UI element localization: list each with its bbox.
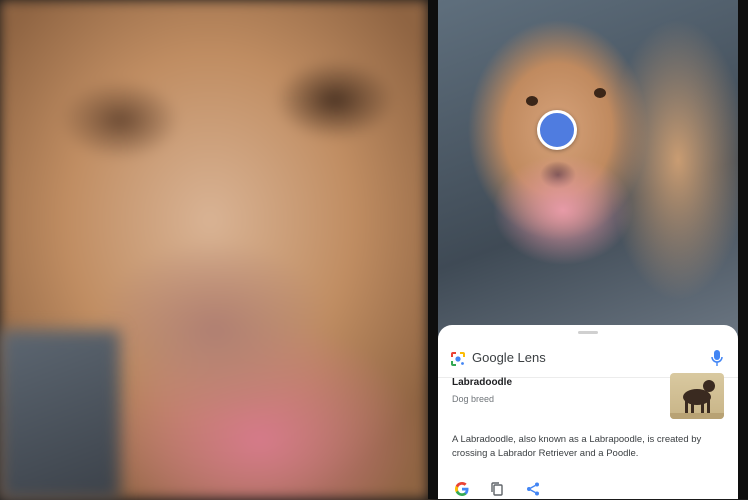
phone-screen: Google Lens Labradoodle Dog breed A Labr… xyxy=(438,0,738,499)
dog-eye-left xyxy=(526,96,538,106)
dog-thumbnail-icon xyxy=(670,380,724,419)
dog-eye-right xyxy=(594,88,606,98)
brand-google: Google xyxy=(472,350,514,365)
brand-lens: Lens xyxy=(517,350,546,365)
copy-icon[interactable] xyxy=(489,481,505,497)
result-subtitle: Dog breed xyxy=(452,394,495,404)
result-actions xyxy=(438,481,738,499)
sheet-drag-handle[interactable] xyxy=(578,331,598,334)
google-g-icon[interactable] xyxy=(454,481,470,497)
result-title[interactable]: Labradoodle xyxy=(452,377,512,388)
lens-results-sheet: Google Lens Labradoodle Dog breed A Labr… xyxy=(438,325,738,499)
lens-selection-dot[interactable] xyxy=(537,110,577,150)
phone-device: Google Lens Labradoodle Dog breed A Labr… xyxy=(428,0,748,499)
dog-photo[interactable] xyxy=(438,0,738,340)
microphone-icon[interactable] xyxy=(710,349,724,367)
result-thumbnail[interactable] xyxy=(670,373,724,419)
lens-brand: Google Lens xyxy=(472,350,546,365)
google-lens-icon[interactable] xyxy=(450,351,466,367)
blurred-floor xyxy=(0,330,120,500)
lens-search-bar[interactable]: Google Lens xyxy=(438,337,738,378)
share-icon[interactable] xyxy=(525,481,541,497)
result-description: A Labradoodle, also known as a Labrapood… xyxy=(452,434,702,459)
